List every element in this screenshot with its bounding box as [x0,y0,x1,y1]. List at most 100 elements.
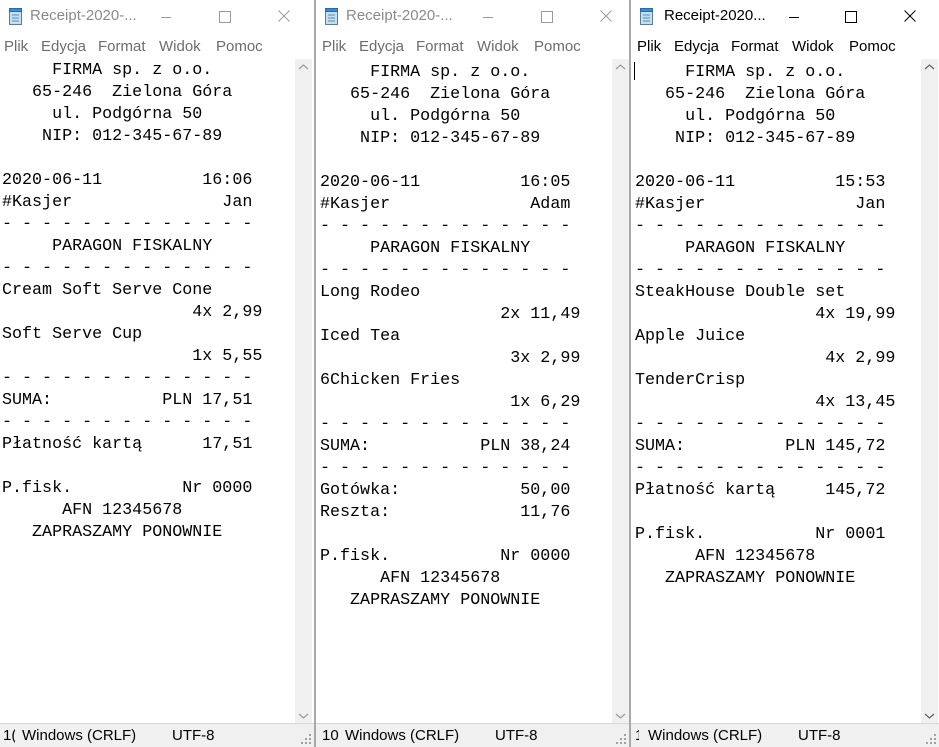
resize-grip-icon[interactable] [300,733,312,745]
text-editor[interactable]: FIRMA sp. z o.o. 65-246 Zielona Góra ul.… [633,59,921,724]
status-bar: 1 Windows (CRLF) UTF-8 [631,723,939,747]
maximize-button[interactable] [202,4,248,30]
vertical-scrollbar[interactable] [921,59,938,724]
close-button[interactable] [583,4,629,30]
text-editor[interactable]: FIRMA sp. z o.o. 65-246 Zielona Góra ul.… [318,59,612,724]
text-editor[interactable]: FIRMA sp. z o.o. 65-246 Zielona Góra ul.… [0,59,294,724]
receipt-line: Cream Soft Serve Cone [2,281,213,300]
scroll-down-arrow-icon[interactable] [921,707,938,724]
receipt-line: 4x 19,99 [635,305,896,324]
minimize-icon [789,17,799,18]
scroll-up-arrow-icon[interactable] [612,59,629,76]
minimize-button[interactable] [771,4,817,30]
minimize-icon [161,17,171,18]
receipt-line: 4x 2,99 [2,303,263,322]
resize-grip-icon[interactable] [615,733,627,745]
scroll-down-arrow-icon[interactable] [295,707,312,724]
menu-file[interactable]: Plik [322,38,346,55]
menu-view[interactable]: Widok [477,38,519,55]
receipt-line: AFN 12345678 [320,569,501,588]
receipt-line: NIP: 012-345-67-89 [635,129,856,148]
menu-format[interactable]: Format [416,38,464,55]
title-bar[interactable]: Receipt-2020-... [0,0,314,34]
receipt-line: ZAPRASZAMY PONOWNIE [635,569,856,588]
title-bar[interactable]: Receipt-2020-... [316,0,629,34]
receipt-line: P.fisk. Nr 0000 [320,547,571,566]
notepad-window-1: Receipt-2020-... Plik Edycja Format Wido… [0,0,314,747]
minimize-button[interactable] [465,4,511,30]
receipt-line: #Kasjer Adam [320,195,571,214]
window-title: Receipt-2020-... [30,7,137,24]
receipt-line: NIP: 012-345-67-89 [320,129,541,148]
receipt-line: 4x 2,99 [635,349,896,368]
status-line-ending: Windows (CRLF) [22,727,137,744]
receipt-line: SUMA: PLN 38,24 [320,437,571,456]
receipt-line: - - - - - - - - - - - - - [2,215,253,234]
receipt-line: - - - - - - - - - - - - - [635,261,886,280]
receipt-line: TenderCrisp [635,371,746,390]
scroll-up-arrow-icon[interactable] [295,59,312,76]
resize-grip-icon[interactable] [925,733,937,745]
receipt-line: 3x 2,99 [320,349,581,368]
receipt-line: Soft Serve Cup [2,325,143,344]
maximize-button[interactable] [828,4,874,30]
menu-help[interactable]: Pomoc [534,38,581,55]
menu-format[interactable]: Format [731,38,779,55]
receipt-line: 65-246 Zielona Góra [320,85,551,104]
notepad-icon [325,8,338,25]
receipt-line: FIRMA sp. z o.o. [2,61,213,80]
title-bar[interactable]: Receipt-2020... [631,0,939,34]
receipt-line: ul. Podgórna 50 [2,105,203,124]
menu-edit[interactable]: Edycja [674,38,719,55]
status-line-ending: Windows (CRLF) [648,727,763,744]
receipt-line: Płatność kartą 17,51 [2,435,253,454]
receipt-line: PARAGON FISKALNY [320,239,531,258]
window-title: Receipt-2020... [664,7,766,24]
receipt-line: 2020-06-11 16:06 [2,171,253,190]
menu-edit[interactable]: Edycja [359,38,404,55]
receipt-line: P.fisk. Nr 0001 [635,525,886,544]
receipt-line: - - - - - - - - - - - - - [2,259,253,278]
receipt-line: Reszta: 11,76 [320,503,571,522]
menu-file[interactable]: Plik [637,38,661,55]
receipt-line: - - - - - - - - - - - - - [320,415,571,434]
menu-bar: Plik Edycja Format Widok Pomoc [0,34,314,59]
minimize-button[interactable] [143,4,189,30]
receipt-line: 1x 5,55 [2,347,263,366]
status-bar: 1( Windows (CRLF) UTF-8 [0,723,314,747]
receipt-line: 65-246 Zielona Góra [2,83,233,102]
scroll-down-arrow-icon[interactable] [612,707,629,724]
notepad-window-2: Receipt-2020-... Plik Edycja Format Wido… [316,0,629,747]
menu-file[interactable]: Plik [4,38,28,55]
receipt-line: - - - - - - - - - - - - - [635,459,886,478]
status-cursor-position: 1 [635,727,639,744]
receipt-line: ZAPRASZAMY PONOWNIE [320,591,541,610]
maximize-icon [541,11,553,23]
receipt-line: Płatność kartą 145,72 [635,481,886,500]
menu-help[interactable]: Pomoc [216,38,263,55]
menu-view[interactable]: Widok [159,38,201,55]
receipt-line: FIRMA sp. z o.o. [320,63,531,82]
notepad-icon [640,8,653,25]
vertical-scrollbar[interactable] [612,59,629,724]
close-icon [278,10,290,22]
window-title: Receipt-2020-... [346,7,453,24]
vertical-scrollbar[interactable] [295,59,312,724]
maximize-icon [219,11,231,23]
receipt-line: NIP: 012-345-67-89 [2,127,223,146]
status-encoding: UTF-8 [495,727,538,744]
receipt-line: AFN 12345678 [2,501,183,520]
close-button[interactable] [887,4,933,30]
receipt-line: - - - - - - - - - - - - - [2,413,253,432]
status-line-ending: Windows (CRLF) [345,727,460,744]
menu-format[interactable]: Format [98,38,146,55]
receipt-line: Gotówka: 50,00 [320,481,571,500]
menu-edit[interactable]: Edycja [41,38,86,55]
menu-bar: Plik Edycja Format Widok Pomoc [316,34,629,59]
scroll-up-arrow-icon[interactable] [921,59,938,76]
menu-help[interactable]: Pomoc [849,38,896,55]
maximize-icon [845,11,857,23]
close-button[interactable] [261,4,307,30]
menu-view[interactable]: Widok [792,38,834,55]
maximize-button[interactable] [524,4,570,30]
